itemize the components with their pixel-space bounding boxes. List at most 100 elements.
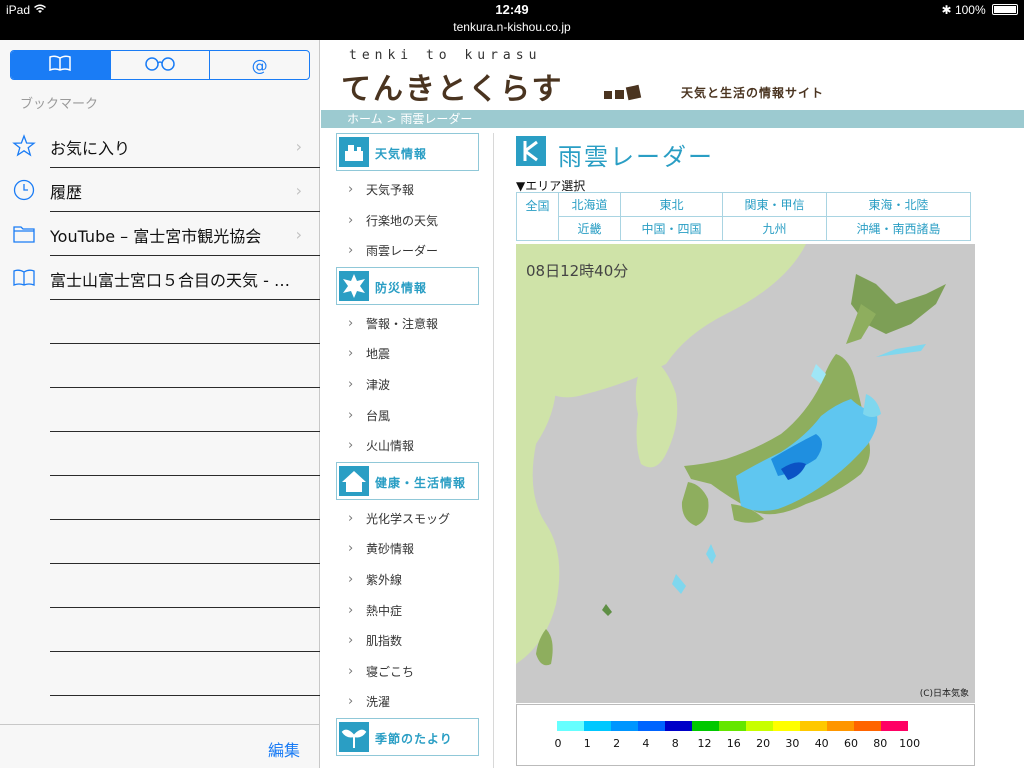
area-link-nationwide[interactable]: 全国 (516, 192, 559, 241)
radar-map[interactable]: 08日12時40分 (C)日本気象 (516, 244, 975, 703)
breadcrumb[interactable]: ホーム > 雨雲レーダー (321, 110, 1024, 128)
site-tagline: 天気と生活の情報サイト (681, 86, 825, 100)
nav-item-tsunami[interactable]: 津波 (336, 370, 479, 401)
legend-value: 40 (814, 737, 829, 750)
star-icon (12, 134, 36, 158)
area-select-table: 全国 北海道 東北 関東・甲信 東海・北陸 近畿 中国・四国 九州 沖縄・南西諸… (516, 192, 971, 241)
at-sign-icon: @ (251, 55, 268, 75)
nav-heading-disaster-info[interactable]: 防災情報 (336, 266, 479, 305)
site-logo-romaji: tenki to kurasu (349, 48, 542, 63)
area-link-okinawa[interactable]: 沖縄・南西諸島 (826, 216, 971, 241)
bookmark-item-youtube-folder[interactable]: YouTube – 富士宮市観光協会 › (0, 212, 320, 256)
sidebar-segmented-control: @ (10, 50, 310, 80)
radar-icon (516, 136, 546, 166)
bookmark-list: お気に入り › 履歴 › YouTube – 富士宮市観光協会 › 富士山富士宮… (0, 124, 320, 696)
radar-map-graphic (516, 244, 975, 703)
legend-value: 4 (642, 737, 650, 750)
legend-swatch (692, 721, 719, 731)
nav-heading-label: 季節のたより (375, 731, 453, 746)
bookmark-item-history[interactable]: 履歴 › (0, 168, 320, 212)
nav-item-skin-index[interactable]: 肌指数 (336, 626, 479, 657)
bookmark-label: お気に入り (50, 139, 131, 158)
nav-item-leisure-weather[interactable]: 行楽地の天気 (336, 206, 479, 237)
folder-icon (12, 222, 36, 246)
bookmark-label: 富士山富士宮口５合目の天気 - tenki to kurasu (50, 271, 290, 290)
nav-heading-weather-info[interactable]: 天気情報 (336, 133, 479, 171)
site-logo[interactable]: てんきとくらす (341, 64, 564, 108)
legend-value: 30 (785, 737, 800, 750)
legend-value: 60 (844, 737, 858, 750)
bookmark-label: YouTube – 富士宮市観光協会 (50, 227, 262, 246)
nav-item-yellow-sand[interactable]: 黄砂情報 (336, 534, 479, 565)
tab-bookmarks[interactable] (11, 51, 110, 79)
book-icon (49, 55, 72, 75)
nav-heading-label: 防災情報 (375, 280, 428, 295)
edit-button[interactable]: 編集 (268, 737, 300, 761)
legend-swatch (557, 721, 584, 731)
area-link-kyushu[interactable]: 九州 (722, 216, 827, 241)
nav-heading-label: 天気情報 (375, 147, 428, 161)
nav-item-sleep-comfort[interactable]: 寝ごこち (336, 657, 479, 688)
nav-item-laundry[interactable]: 洗濯 (336, 687, 479, 718)
nav-item-heatstroke[interactable]: 熱中症 (336, 596, 479, 627)
nav-item-uv[interactable]: 紫外線 (336, 565, 479, 596)
nav-heading-label: 健康・生活情報 (375, 475, 467, 490)
legend-value: 12 (697, 737, 712, 750)
legend-value: 8 (671, 737, 679, 750)
nav-item-volcano[interactable]: 火山情報 (336, 431, 479, 462)
legend-value: 0 (554, 737, 562, 750)
area-link-kinki[interactable]: 近畿 (558, 216, 621, 241)
legend-swatch (773, 721, 800, 731)
area-link-hokkaido[interactable]: 北海道 (558, 192, 621, 217)
area-link-tohoku[interactable]: 東北 (620, 192, 723, 217)
legend-value: 2 (613, 737, 621, 750)
nav-item-smog[interactable]: 光化学スモッグ (336, 504, 479, 535)
empty-row (0, 652, 320, 696)
nav-heading-seasonal[interactable]: 季節のたより (336, 717, 479, 756)
legend-swatch (584, 721, 611, 731)
area-link-kanto-koshin[interactable]: 関東・甲信 (722, 192, 827, 217)
legend-swatch (854, 721, 881, 731)
nav-item-forecast[interactable]: 天気予報 (336, 175, 479, 206)
area-link-chugoku-shikoku[interactable]: 中国・四国 (620, 216, 723, 241)
nav-item-earthquake[interactable]: 地震 (336, 339, 479, 370)
ios-status-bar: iPad 12:49 tenkura.n-kishou.co.jp ✱ 100% (0, 0, 1024, 40)
map-copyright: (C)日本気象 (919, 689, 969, 699)
reading-glasses-icon (143, 56, 177, 75)
weather-info-icon (339, 137, 369, 167)
address-bar-url[interactable]: tenkura.n-kishou.co.jp (0, 20, 1024, 34)
chevron-right-icon: › (295, 137, 302, 156)
nav-item-warnings[interactable]: 警報・注意報 (336, 309, 479, 340)
nav-item-typhoon[interactable]: 台風 (336, 401, 479, 432)
nav-heading-health-life[interactable]: 健康・生活情報 (336, 461, 479, 500)
empty-row (0, 344, 320, 388)
web-content: tenki to kurasu てんきとくらす 天気と生活の情報サイト ホーム … (321, 40, 1024, 768)
tab-reading-list[interactable] (109, 51, 210, 79)
book-icon (12, 266, 36, 290)
legend-value: 1 (583, 737, 591, 750)
nav-item-rain-radar[interactable]: 雨雲レーダー (336, 236, 479, 267)
chevron-right-icon: › (295, 225, 302, 244)
empty-row (0, 608, 320, 652)
bookmark-item-fuji-weather[interactable]: 富士山富士宮口５合目の天気 - tenki to kurasu (0, 256, 320, 300)
legend-swatch (638, 721, 665, 731)
chevron-right-icon: › (295, 181, 302, 200)
legend-color-bar (557, 721, 908, 731)
empty-row (0, 564, 320, 608)
status-time: 12:49 (495, 2, 529, 17)
bookmarks-sidebar: @ ブックマーク お気に入り › 履歴 › YouTube – 富士宮市観光協会… (0, 40, 320, 768)
radar-heading: 雨雲レーダー (516, 133, 976, 173)
disaster-prevention-icon (339, 270, 369, 301)
clock-icon (12, 178, 36, 202)
empty-row (0, 476, 320, 520)
status-right: ✱ 100% (942, 3, 1018, 17)
legend-value: 80 (873, 737, 888, 750)
empty-row (0, 520, 320, 564)
legend-swatch (611, 721, 638, 731)
tab-shared-links[interactable]: @ (209, 51, 309, 79)
area-link-tokai-hokuriku[interactable]: 東海・北陸 (826, 192, 971, 217)
bookmark-item-favorites[interactable]: お気に入り › (0, 124, 320, 168)
column-divider (493, 133, 494, 768)
battery-icon (992, 4, 1018, 15)
legend-swatch (665, 721, 692, 731)
